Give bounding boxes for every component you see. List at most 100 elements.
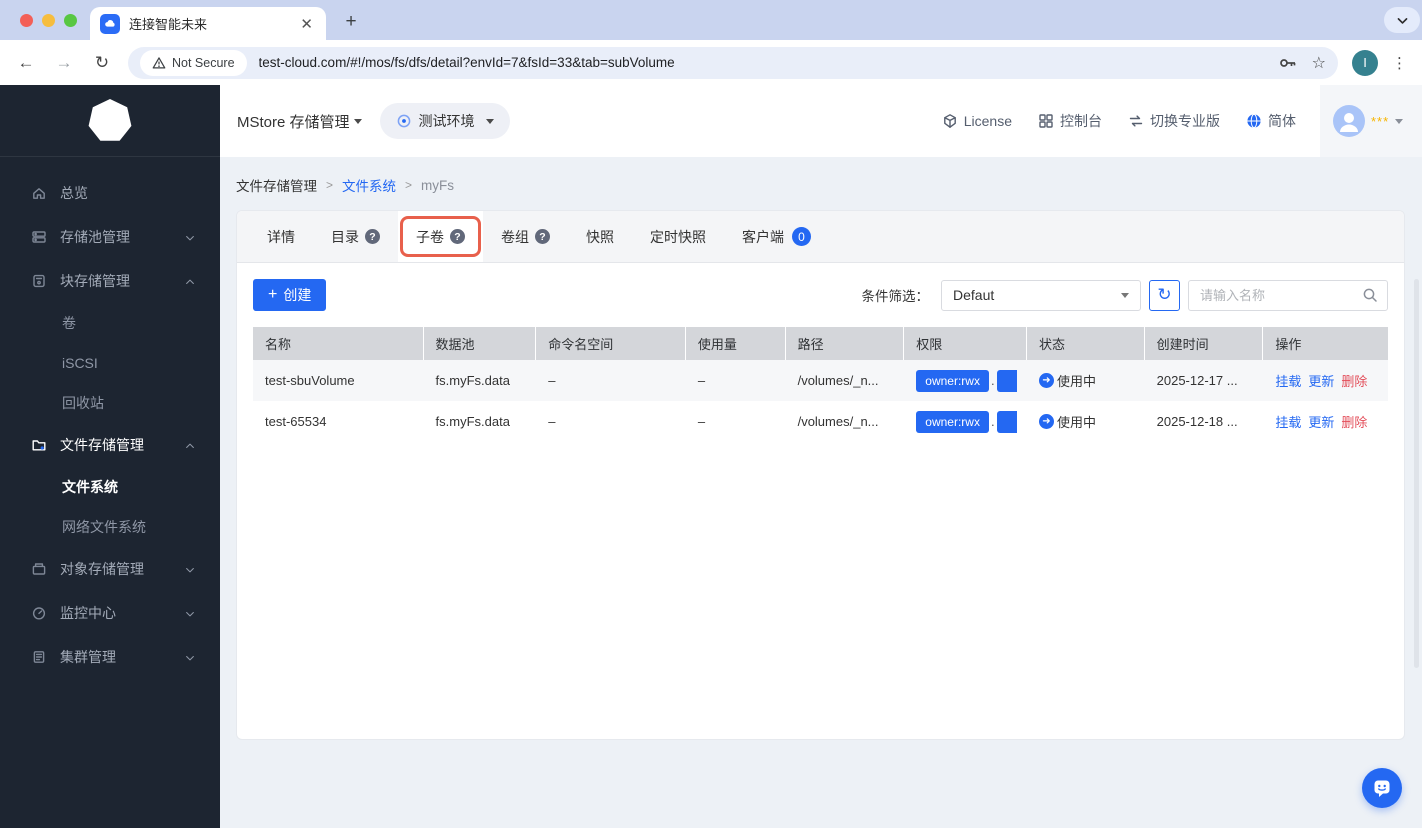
- filter-select-value: Defaut: [953, 287, 995, 303]
- tab-定时快照[interactable]: 定时快照: [632, 211, 724, 262]
- sidebar-item-存储池管理[interactable]: 存储池管理: [0, 215, 220, 259]
- table-row[interactable]: test-65534 fs.myFs.data – – /volumes/_n... ow…: [253, 401, 1388, 442]
- help-icon[interactable]: ?: [365, 229, 380, 244]
- tab-label: 目录: [331, 228, 359, 245]
- permission-ellipsis: .: [990, 414, 995, 429]
- sidebar-subitem-文件系统[interactable]: 文件系统: [0, 467, 220, 507]
- bookmark-star-icon[interactable]: ☆: [1312, 53, 1326, 73]
- address-bar[interactable]: Not Secure test-cloud.com/#!/mos/fs/dfs/…: [128, 46, 1338, 79]
- tab-search-button[interactable]: [1384, 7, 1420, 33]
- action-挂载[interactable]: 挂载: [1275, 371, 1301, 390]
- sidebar-item-对象存储管理[interactable]: 对象存储管理: [0, 547, 220, 591]
- refresh-button[interactable]: ↻: [1149, 279, 1180, 311]
- status-cell: ➜ 使用中: [1027, 360, 1145, 401]
- browser-tab[interactable]: 连接智能未来 ✕: [90, 7, 326, 40]
- permission-badge-truncated[interactable]: [996, 410, 1017, 433]
- warning-icon: [152, 56, 166, 69]
- reload-icon[interactable]: ↻: [90, 53, 114, 73]
- chevron-down-icon: [1121, 292, 1129, 298]
- actions-cell: 挂载 更新 删除: [1263, 401, 1388, 442]
- sidebar-item-label: 块存储管理: [60, 273, 130, 289]
- environment-selector[interactable]: 测试环境: [379, 103, 510, 139]
- action-删除[interactable]: 删除: [1341, 371, 1367, 390]
- status-cell: ➜ 使用中: [1027, 401, 1145, 442]
- sidebar-item-文件存储管理[interactable]: 文件存储管理: [0, 423, 220, 467]
- tab-label: 子卷: [416, 228, 444, 245]
- chevron-down-icon: [184, 651, 196, 663]
- new-tab-button[interactable]: +: [338, 9, 364, 35]
- header-nav-label: License: [963, 113, 1012, 129]
- browser-menu-icon[interactable]: ⋮: [1392, 54, 1407, 72]
- breadcrumb-item[interactable]: 文件系统: [342, 175, 396, 195]
- breadcrumb-separator: >: [405, 178, 413, 192]
- sidebar-item-总览[interactable]: 总览: [0, 171, 220, 215]
- sidebar-subitem-卷[interactable]: 卷: [0, 303, 220, 343]
- password-key-icon[interactable]: [1278, 53, 1298, 73]
- column-header-创建时间: 创建时间: [1145, 327, 1264, 360]
- console-icon: [1038, 113, 1054, 129]
- security-chip[interactable]: Not Secure: [140, 49, 247, 76]
- filter-select[interactable]: Defaut: [941, 279, 1141, 311]
- permission-badge[interactable]: owner:rwx: [916, 369, 989, 392]
- sidebar-subitem-网络文件系统[interactable]: 网络文件系统: [0, 507, 220, 547]
- action-更新[interactable]: 更新: [1308, 371, 1334, 390]
- browser-profile-avatar[interactable]: I: [1352, 49, 1378, 76]
- column-header-路径: 路径: [786, 327, 905, 360]
- table-header-row: 名称 数据池 命令名空间 使用量 路径 权限 状态 创建时间 操作: [253, 327, 1388, 360]
- tab-子卷[interactable]: 子卷?: [398, 211, 483, 262]
- tab-count-badge: 0: [792, 227, 811, 246]
- forward-icon[interactable]: →: [52, 53, 76, 73]
- brand-menu[interactable]: MStore 存储管理: [237, 111, 362, 132]
- tab-详情[interactable]: 详情: [249, 211, 313, 262]
- tab-快照[interactable]: 快照: [568, 211, 632, 262]
- breadcrumb-separator: >: [326, 178, 334, 192]
- sidebar-item-块存储管理[interactable]: 块存储管理: [0, 259, 220, 303]
- tab-label: 客户端: [742, 228, 784, 245]
- chevron-up-icon: [184, 275, 196, 287]
- header-nav-label: 简体: [1268, 113, 1296, 129]
- url-text: test-cloud.com/#!/mos/fs/dfs/detail?envI…: [258, 55, 675, 70]
- actions-cell: 挂载 更新 删除: [1263, 360, 1388, 401]
- sidebar-subitem-iSCSI[interactable]: iSCSI: [0, 343, 220, 383]
- tab-目录[interactable]: 目录?: [313, 211, 398, 262]
- table-row[interactable]: test-sbuVolume fs.myFs.data – – /volumes/_n.…: [253, 360, 1388, 401]
- header-nav-简体[interactable]: 简体: [1246, 111, 1296, 131]
- permission-badge-truncated[interactable]: [996, 369, 1017, 392]
- permission-cell: owner:rwx.: [904, 401, 1027, 442]
- screen: 连接智能未来 ✕ + ← → ↻ Not Secure test-cloud.c…: [0, 0, 1422, 828]
- traffic-light-minimize[interactable]: [42, 14, 55, 27]
- traffic-light-zoom[interactable]: [64, 14, 77, 27]
- brand-label: MStore 存储管理: [237, 113, 350, 131]
- sidebar-item-监控中心[interactable]: 监控中心: [0, 591, 220, 635]
- tab-客户端[interactable]: 客户端 0: [724, 211, 829, 262]
- sidebar-item-集群管理[interactable]: 集群管理: [0, 635, 220, 679]
- create-button[interactable]: + 创建: [253, 279, 327, 311]
- search-input[interactable]: [1200, 287, 1362, 303]
- action-挂载[interactable]: 挂载: [1275, 412, 1301, 431]
- action-删除[interactable]: 删除: [1341, 412, 1367, 431]
- tab-卷组[interactable]: 卷组?: [483, 211, 568, 262]
- path-cell: /volumes/_n...: [797, 414, 879, 429]
- sidebar-subitem-回收站[interactable]: 回收站: [0, 383, 220, 423]
- security-label: Not Secure: [172, 55, 235, 70]
- app-header: MStore 存储管理 测试环境 License 控制台 切换专业版 简体 ***: [220, 85, 1422, 157]
- header-nav-控制台[interactable]: 控制台: [1038, 111, 1102, 131]
- scrollbar[interactable]: [1414, 279, 1419, 668]
- help-icon[interactable]: ?: [535, 229, 550, 244]
- tab-close-icon[interactable]: ✕: [297, 15, 316, 33]
- header-nav-切换专业版[interactable]: 切换专业版: [1128, 111, 1220, 131]
- search-icon[interactable]: [1362, 287, 1378, 303]
- header-nav: License 控制台 切换专业版 简体: [942, 111, 1296, 131]
- usage-cell: –: [697, 414, 706, 429]
- chat-support-button[interactable]: [1362, 768, 1402, 808]
- traffic-light-close[interactable]: [20, 14, 33, 27]
- permission-badge[interactable]: owner:rwx: [916, 410, 989, 433]
- help-icon[interactable]: ?: [450, 229, 465, 244]
- action-更新[interactable]: 更新: [1308, 412, 1334, 431]
- back-icon[interactable]: ←: [14, 53, 38, 73]
- header-nav-License[interactable]: License: [942, 113, 1012, 129]
- name-cell: test-65534: [265, 414, 327, 429]
- app-logo[interactable]: [0, 85, 220, 157]
- user-menu[interactable]: ***: [1320, 85, 1422, 157]
- created-cell: 2025-12-17 ...: [1156, 373, 1238, 388]
